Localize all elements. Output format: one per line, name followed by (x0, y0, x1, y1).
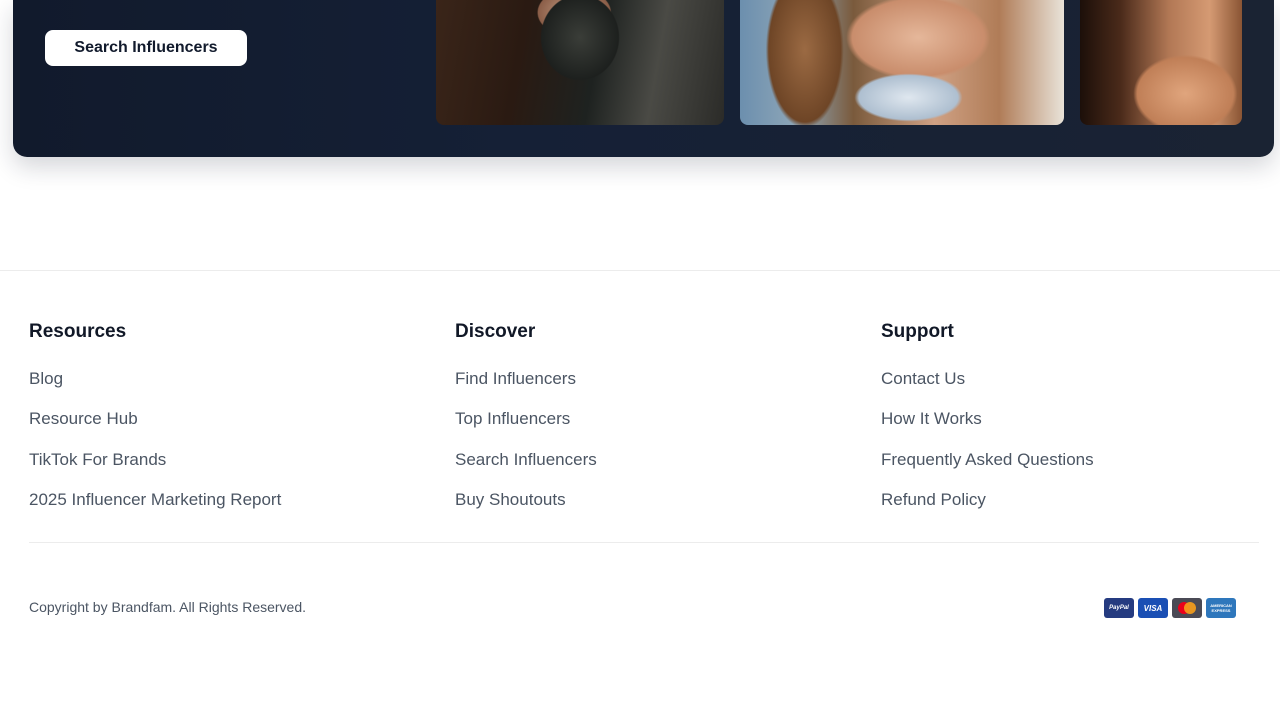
footer-column-support: Support Contact Us How It Works Frequent… (881, 321, 1094, 530)
footer-link-search-influencers[interactable]: Search Influencers (455, 450, 597, 469)
footer-link-refund-policy[interactable]: Refund Policy (881, 490, 986, 509)
mastercard-icon (1172, 598, 1202, 618)
footer-link-faq[interactable]: Frequently Asked Questions (881, 450, 1094, 469)
footer-link-contact-us[interactable]: Contact Us (881, 369, 965, 388)
influencer-photo[interactable] (1080, 0, 1242, 125)
amex-icon: AMERICAN EXPRESS (1206, 598, 1236, 618)
footer-link-tiktok-for-brands[interactable]: TikTok For Brands (29, 450, 166, 469)
footer-link-blog[interactable]: Blog (29, 369, 63, 388)
footer-link-resource-hub[interactable]: Resource Hub (29, 409, 138, 428)
footer-link-find-influencers[interactable]: Find Influencers (455, 369, 576, 388)
visa-icon: VISA (1138, 598, 1168, 618)
footer-divider (29, 542, 1259, 543)
paypal-icon: PayPal (1104, 598, 1134, 618)
influencer-photo[interactable] (436, 0, 724, 125)
footer-heading: Support (881, 321, 954, 342)
footer-heading: Discover (455, 321, 536, 342)
site-footer: Resources Blog Resource Hub TikTok For B… (0, 270, 1280, 720)
hero-banner: Search Influencers (13, 0, 1274, 157)
footer-heading: Resources (29, 321, 127, 342)
payment-methods: PayPal VISA AMERICAN EXPRESS (1104, 598, 1236, 618)
footer-column-resources: Resources Blog Resource Hub TikTok For B… (29, 321, 281, 530)
footer-link-how-it-works[interactable]: How It Works (881, 409, 982, 428)
footer-column-discover: Discover Find Influencers Top Influencer… (455, 321, 597, 530)
influencer-photo[interactable] (740, 0, 1064, 125)
footer-link-top-influencers[interactable]: Top Influencers (455, 409, 570, 428)
copyright-text: Copyright by Brandfam. All Rights Reserv… (29, 599, 307, 615)
search-influencers-button[interactable]: Search Influencers (45, 30, 247, 66)
footer-link-buy-shoutouts[interactable]: Buy Shoutouts (455, 490, 566, 509)
footer-link-marketing-report[interactable]: 2025 Influencer Marketing Report (29, 490, 281, 509)
